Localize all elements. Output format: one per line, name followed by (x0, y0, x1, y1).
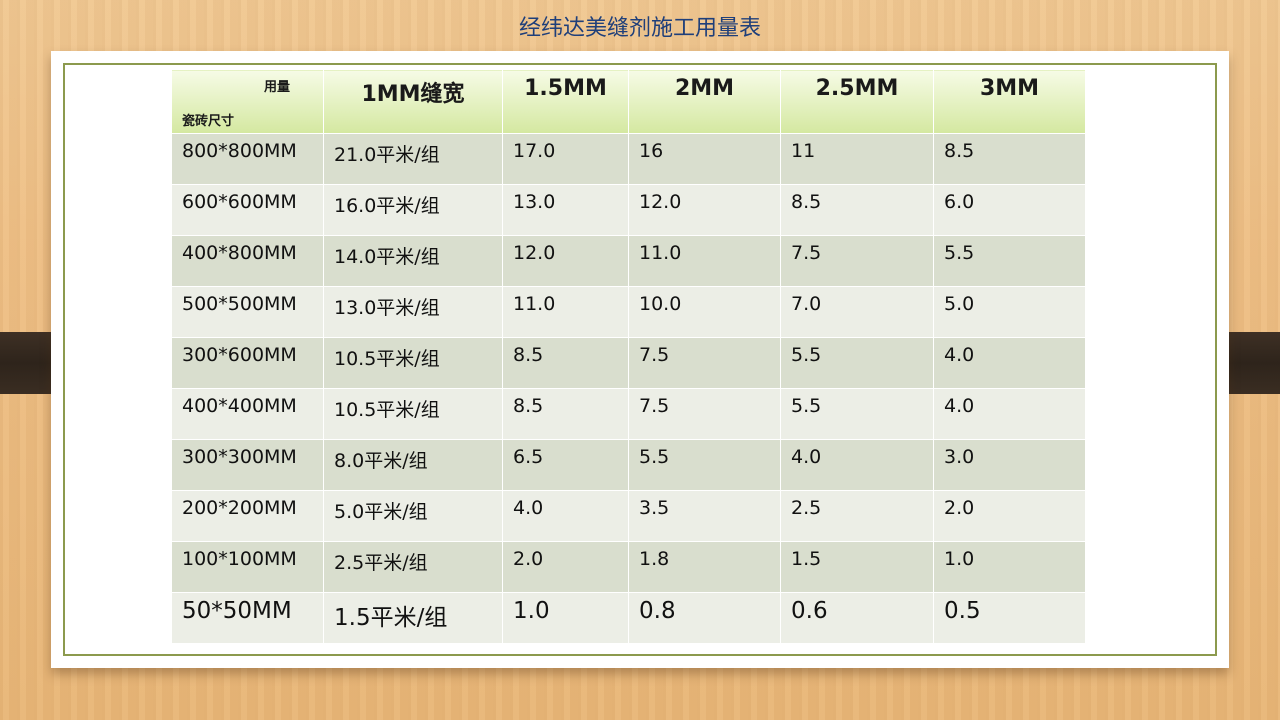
usage-cell: 7.5 (628, 388, 781, 440)
table-row: 400*800MM 14.0平米/组 12.0 11.0 7.5 5.5 (171, 235, 1086, 287)
usage-cell: 16.0平米/组 (323, 184, 503, 236)
usage-cell: 7.0 (780, 286, 934, 338)
usage-cell: 5.5 (780, 337, 934, 389)
usage-cell: 0.8 (628, 592, 781, 644)
usage-cell: 8.5 (933, 133, 1086, 185)
usage-cell: 2.5 (780, 490, 934, 542)
usage-cell: 1.5平米/组 (323, 592, 503, 644)
usage-cell: 4.0 (780, 439, 934, 491)
usage-cell: 5.5 (780, 388, 934, 440)
usage-cell: 6.0 (933, 184, 1086, 236)
header-cell: 2.5MM (780, 69, 934, 134)
usage-cell: 16 (628, 133, 781, 185)
usage-cell: 11.0 (502, 286, 629, 338)
usage-cell: 5.0 (933, 286, 1086, 338)
usage-cell: 5.5 (933, 235, 1086, 287)
usage-cell: 21.0平米/组 (323, 133, 503, 185)
table-row: 500*500MM 13.0平米/组 11.0 10.0 7.0 5.0 (171, 286, 1086, 338)
corner-tile-size-label: 瓷砖尺寸 (182, 114, 235, 129)
table-row: 300*600MM 10.5平米/组 8.5 7.5 5.5 4.0 (171, 337, 1086, 389)
table-row: 50*50MM 1.5平米/组 1.0 0.8 0.6 0.5 (171, 592, 1086, 644)
usage-cell: 1.5 (780, 541, 934, 593)
usage-cell: 8.5 (502, 388, 629, 440)
tile-size-cell: 600*600MM (171, 184, 324, 236)
usage-cell: 10.5平米/组 (323, 388, 503, 440)
usage-cell: 3.0 (933, 439, 1086, 491)
usage-cell: 0.6 (780, 592, 934, 644)
usage-cell: 8.0平米/组 (323, 439, 503, 491)
usage-cell: 2.0 (502, 541, 629, 593)
usage-cell: 12.0 (502, 235, 629, 287)
usage-cell: 11 (780, 133, 934, 185)
usage-cell: 5.0平米/组 (323, 490, 503, 542)
corner-usage-label: 用量 (264, 80, 291, 95)
usage-cell: 0.5 (933, 592, 1086, 644)
table-body: 800*800MM 21.0平米/组 17.0 16 11 8.5 600*600MM 16.… (171, 133, 1086, 644)
tile-size-cell: 300*300MM (171, 439, 324, 491)
usage-cell: 10.0 (628, 286, 781, 338)
corner-header-cell: 用量 瓷砖尺寸 (171, 69, 324, 134)
usage-cell: 2.5平米/组 (323, 541, 503, 593)
usage-cell: 7.5 (628, 337, 781, 389)
paper-card: 用量 瓷砖尺寸 1MM缝宽 1.5MM 2MM 2.5MM 3MM 800*80… (51, 51, 1229, 668)
tile-size-cell: 300*600MM (171, 337, 324, 389)
usage-cell: 17.0 (502, 133, 629, 185)
usage-cell: 1.0 (502, 592, 629, 644)
tile-size-cell: 800*800MM (171, 133, 324, 185)
usage-cell: 4.0 (933, 337, 1086, 389)
tile-size-cell: 100*100MM (171, 541, 324, 593)
usage-cell: 13.0 (502, 184, 629, 236)
header-cell: 1MM缝宽 (323, 69, 503, 134)
tile-size-cell: 200*200MM (171, 490, 324, 542)
usage-cell: 12.0 (628, 184, 781, 236)
table-row: 200*200MM 5.0平米/组 4.0 3.5 2.5 2.0 (171, 490, 1086, 542)
usage-table: 用量 瓷砖尺寸 1MM缝宽 1.5MM 2MM 2.5MM 3MM 800*80… (171, 69, 1086, 644)
usage-cell: 10.5平米/组 (323, 337, 503, 389)
tile-size-cell: 50*50MM (171, 592, 324, 644)
usage-cell: 8.5 (780, 184, 934, 236)
usage-cell: 11.0 (628, 235, 781, 287)
usage-cell: 7.5 (780, 235, 934, 287)
table-row: 800*800MM 21.0平米/组 17.0 16 11 8.5 (171, 133, 1086, 185)
header-cell: 2MM (628, 69, 781, 134)
table-row: 100*100MM 2.5平米/组 2.0 1.8 1.5 1.0 (171, 541, 1086, 593)
usage-cell: 13.0平米/组 (323, 286, 503, 338)
tile-size-cell: 500*500MM (171, 286, 324, 338)
header-row: 用量 瓷砖尺寸 1MM缝宽 1.5MM 2MM 2.5MM 3MM (171, 69, 1086, 134)
table-row: 600*600MM 16.0平米/组 13.0 12.0 8.5 6.0 (171, 184, 1086, 236)
usage-cell: 2.0 (933, 490, 1086, 542)
usage-cell: 1.0 (933, 541, 1086, 593)
usage-cell: 4.0 (933, 388, 1086, 440)
usage-cell: 4.0 (502, 490, 629, 542)
usage-cell: 6.5 (502, 439, 629, 491)
usage-cell: 14.0平米/组 (323, 235, 503, 287)
usage-cell: 1.8 (628, 541, 781, 593)
header-cell: 1.5MM (502, 69, 629, 134)
usage-cell: 8.5 (502, 337, 629, 389)
usage-cell: 3.5 (628, 490, 781, 542)
header-cell: 3MM (933, 69, 1086, 134)
page-title: 经纬达美缝剂施工用量表 (518, 16, 761, 41)
tile-size-cell: 400*800MM (171, 235, 324, 287)
table-row: 400*400MM 10.5平米/组 8.5 7.5 5.5 4.0 (171, 388, 1086, 440)
tile-size-cell: 400*400MM (171, 388, 324, 440)
usage-cell: 5.5 (628, 439, 781, 491)
table-row: 300*300MM 8.0平米/组 6.5 5.5 4.0 3.0 (171, 439, 1086, 491)
